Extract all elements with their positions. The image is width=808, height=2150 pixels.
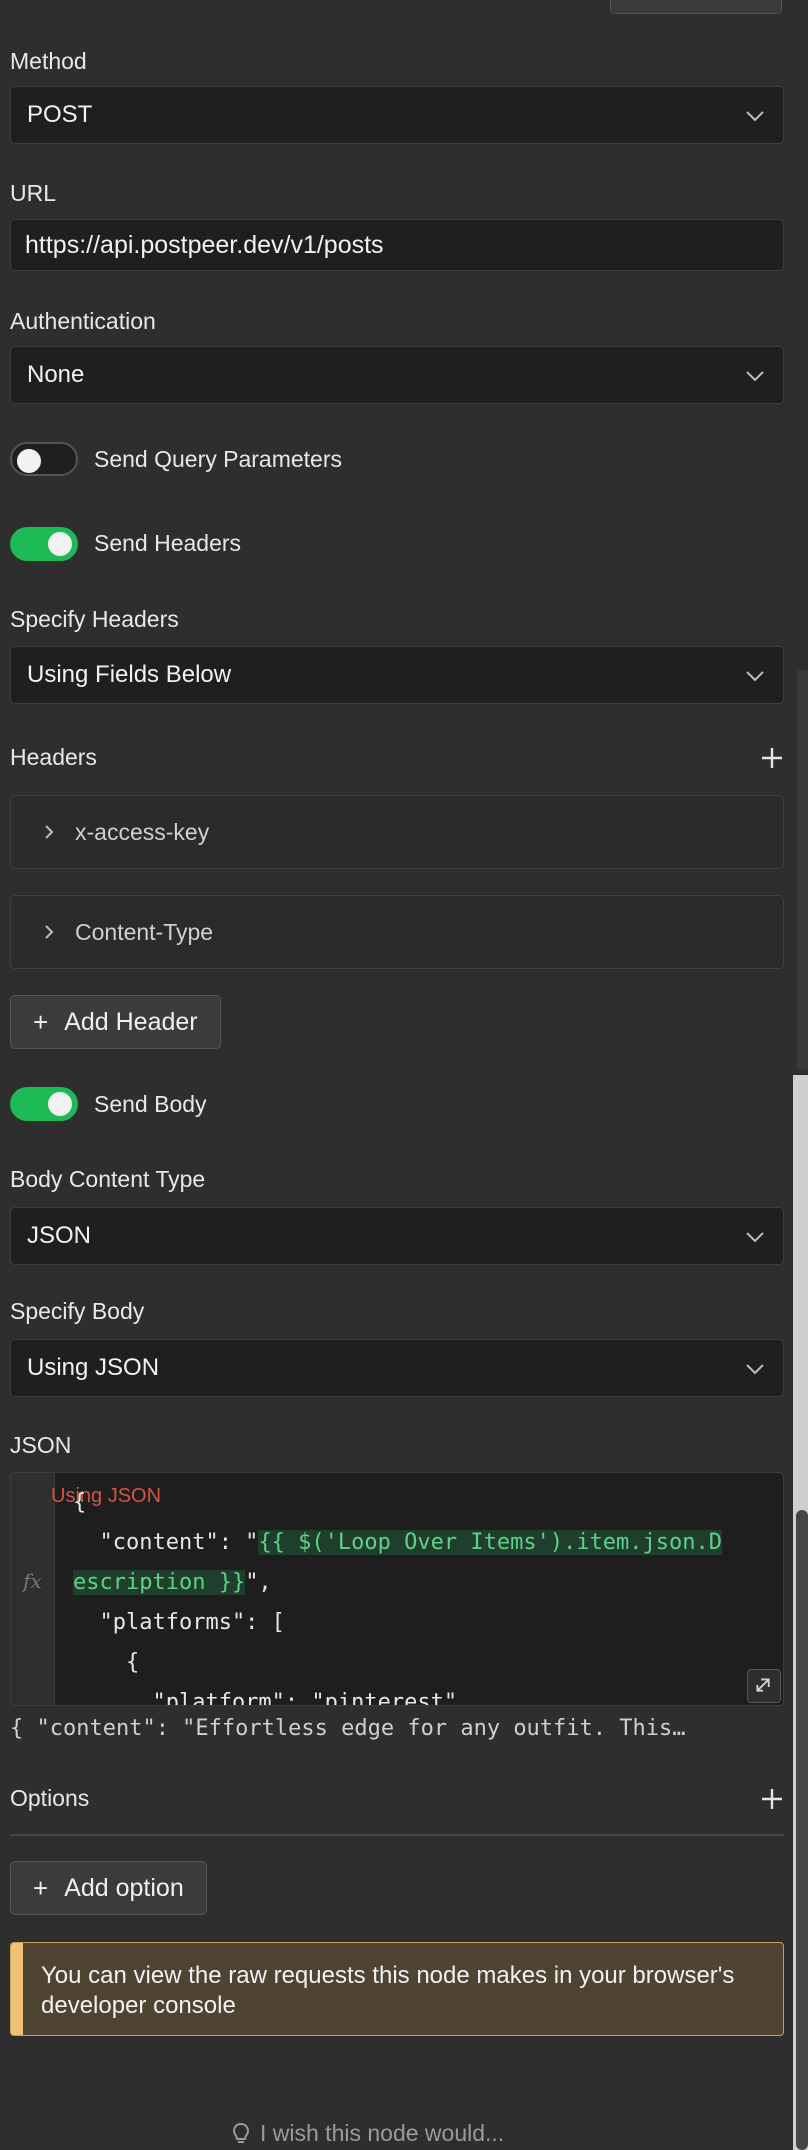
fx-icon: fx xyxy=(23,1569,42,1593)
specify-body-select[interactable]: Using JSON xyxy=(10,1339,784,1397)
chevron-down-icon xyxy=(746,1364,764,1375)
json-code: { "content": "{{ $('Loop Over Items').it… xyxy=(73,1483,723,1706)
code-line-key: "content": " xyxy=(73,1530,259,1555)
lightbulb-icon xyxy=(232,2122,250,2143)
add-option-button[interactable]: + Add option xyxy=(10,1861,207,1915)
notice-accent-bar xyxy=(11,1943,23,2035)
toggle-knob xyxy=(17,449,41,473)
add-option-label: Add option xyxy=(64,1873,184,1902)
add-header-button[interactable]: + Add Header xyxy=(10,995,221,1049)
header-item-name: Content-Type xyxy=(75,918,214,945)
chevron-down-icon xyxy=(746,371,764,382)
json-result-preview: { "content": "Effortless edge for any ou… xyxy=(10,1716,686,1741)
specify-body-label: Specify Body xyxy=(10,1298,145,1324)
plus-icon: + xyxy=(33,1006,49,1037)
chevron-right-icon xyxy=(45,925,54,939)
json-label: JSON xyxy=(10,1432,72,1458)
authentication-label: Authentication xyxy=(10,308,156,334)
add-header-plus-icon[interactable] xyxy=(760,746,784,770)
authentication-value: None xyxy=(27,361,85,388)
code-line: "platform": "pinterest" xyxy=(73,1690,458,1706)
info-notice: You can view the raw requests this node … xyxy=(10,1942,784,2036)
options-label: Options xyxy=(10,1785,90,1811)
scrollbar-thumb[interactable] xyxy=(796,1510,808,2150)
send-headers-toggle[interactable] xyxy=(10,527,78,561)
send-query-label: Send Query Parameters xyxy=(94,446,343,472)
url-value: https://api.postpeer.dev/v1/posts xyxy=(25,230,384,259)
url-label: URL xyxy=(10,180,57,206)
expand-editor-button[interactable] xyxy=(747,1669,781,1703)
url-input[interactable]: https://api.postpeer.dev/v1/posts xyxy=(10,219,784,271)
header-item-content-type[interactable]: Content-Type xyxy=(10,895,784,969)
plus-icon: + xyxy=(33,1872,49,1903)
authentication-select[interactable]: None xyxy=(10,346,784,404)
chevron-down-icon xyxy=(746,111,764,122)
toggle-knob xyxy=(48,1092,72,1116)
feedback-link[interactable]: I wish this node would... xyxy=(232,2120,504,2147)
feedback-text: I wish this node would... xyxy=(260,2120,505,2146)
method-select[interactable]: POST xyxy=(10,86,784,144)
top-partial-button[interactable] xyxy=(610,0,782,14)
method-value: POST xyxy=(27,101,93,128)
header-item-x-access-key[interactable]: x-access-key xyxy=(10,795,784,869)
send-body-toggle[interactable] xyxy=(10,1087,78,1121)
editor-gutter: fx xyxy=(11,1473,55,1705)
chevron-down-icon xyxy=(746,671,764,682)
headers-label: Headers xyxy=(10,744,97,770)
specify-headers-select[interactable]: Using Fields Below xyxy=(10,646,784,704)
chevron-down-icon xyxy=(746,1232,764,1243)
send-query-toggle[interactable] xyxy=(10,442,78,476)
expression-highlight: {{ $('Loop Over Items').item.json.D xyxy=(258,1530,723,1555)
toggle-knob xyxy=(48,532,72,556)
send-headers-label: Send Headers xyxy=(94,530,242,556)
scrollbar-thumb-outer[interactable] xyxy=(797,670,808,1070)
json-code-editor[interactable]: fx Using JSON { "content": "{{ $('Loop O… xyxy=(10,1472,784,1706)
specify-body-value: Using JSON xyxy=(27,1354,160,1381)
add-header-label: Add Header xyxy=(64,1007,198,1036)
body-content-type-value: JSON xyxy=(27,1222,92,1249)
expression-highlight: escription }} xyxy=(73,1570,246,1595)
send-body-label: Send Body xyxy=(94,1091,207,1117)
code-line: { xyxy=(73,1490,87,1515)
body-content-type-select[interactable]: JSON xyxy=(10,1207,784,1265)
method-label: Method xyxy=(10,48,87,74)
notice-text: You can view the raw requests this node … xyxy=(41,1962,735,2019)
expand-icon xyxy=(756,1678,770,1692)
code-line-tail: ", xyxy=(245,1570,272,1595)
body-content-type-label: Body Content Type xyxy=(10,1166,206,1192)
header-item-name: x-access-key xyxy=(75,818,210,845)
add-option-plus-icon[interactable] xyxy=(760,1787,784,1811)
code-line: { xyxy=(73,1650,140,1675)
code-line: "platforms": [ xyxy=(73,1610,285,1635)
chevron-right-icon xyxy=(45,825,54,839)
specify-headers-value: Using Fields Below xyxy=(27,661,232,688)
specify-headers-label: Specify Headers xyxy=(10,606,179,632)
divider xyxy=(10,1834,784,1836)
